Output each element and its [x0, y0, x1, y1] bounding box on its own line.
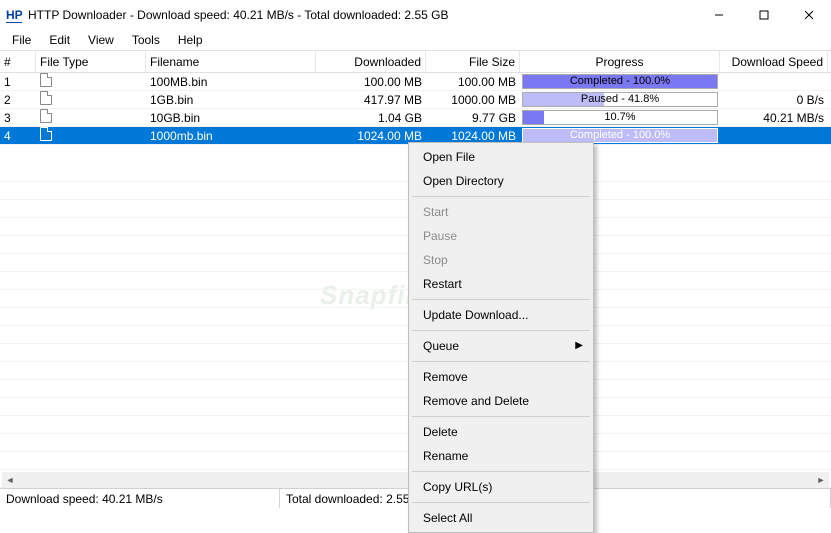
cell-progress: Completed - 100.0% [520, 128, 720, 143]
progress-label: Completed - 100.0% [523, 129, 717, 142]
cell-filetype [36, 109, 146, 126]
cell-num: 3 [0, 111, 36, 125]
cell-num: 4 [0, 129, 36, 143]
cell-downloaded: 1.04 GB [316, 111, 426, 125]
col-header-filesize[interactable]: File Size [426, 51, 520, 72]
context-item-queue[interactable]: Queue▶ [411, 334, 591, 358]
cell-num: 2 [0, 93, 36, 107]
chevron-right-icon: ▶ [575, 340, 583, 351]
cell-size: 9.77 GB [426, 111, 520, 125]
cell-progress: Completed - 100.0% [520, 74, 720, 89]
table-row[interactable]: 2 1GB.bin417.97 MB1000.00 MBPaused - 41.8… [0, 91, 831, 109]
cell-filetype [36, 73, 146, 90]
context-item-start: Start [411, 200, 591, 224]
col-header-downloaded[interactable]: Downloaded [316, 51, 426, 72]
context-separator [412, 471, 590, 472]
minimize-button[interactable] [696, 0, 741, 30]
context-separator [412, 361, 590, 362]
cell-filename: 10GB.bin [146, 111, 316, 125]
cell-speed: 0 B/s [720, 93, 828, 107]
menu-tools[interactable]: Tools [124, 31, 168, 49]
cell-size: 1024.00 MB [426, 129, 520, 143]
status-speed: Download speed: 40.21 MB/s [0, 489, 280, 508]
file-icon [40, 73, 52, 87]
context-item-stop: Stop [411, 248, 591, 272]
table-row[interactable]: 1100MB.bin100.00 MB100.00 MBCompleted - … [0, 73, 831, 91]
progress-bar: 10.7% [522, 110, 718, 125]
col-header-speed[interactable]: Download Speed [720, 51, 828, 72]
cell-filename: 100MB.bin [146, 75, 316, 89]
context-item-rename[interactable]: Rename [411, 444, 591, 468]
cell-filetype [36, 127, 146, 144]
maximize-button[interactable] [741, 0, 786, 30]
context-item-open-file[interactable]: Open File [411, 145, 591, 169]
progress-label: 10.7% [523, 111, 717, 124]
scroll-right-button[interactable]: ► [813, 472, 829, 488]
cell-downloaded: 1024.00 MB [316, 129, 426, 143]
scroll-left-button[interactable]: ◄ [2, 472, 18, 488]
col-header-progress[interactable]: Progress [520, 51, 720, 72]
download-table: # File Type Filename Downloaded File Siz… [0, 50, 831, 145]
col-header-filetype[interactable]: File Type [36, 51, 146, 72]
context-menu: Open FileOpen Directory StartPauseStopRes… [408, 142, 594, 533]
context-separator [412, 196, 590, 197]
context-item-update-download[interactable]: Update Download... [411, 303, 591, 327]
progress-label: Completed - 100.0% [523, 75, 717, 88]
file-icon [40, 127, 52, 141]
menu-file[interactable]: File [4, 31, 39, 49]
context-item-delete[interactable]: Delete [411, 420, 591, 444]
context-separator [412, 299, 590, 300]
menu-edit[interactable]: Edit [41, 31, 78, 49]
cell-size: 1000.00 MB [426, 93, 520, 107]
cell-progress: 10.7% [520, 110, 720, 125]
context-item-pause: Pause [411, 224, 591, 248]
file-icon [40, 109, 52, 123]
cell-filename: 1GB.bin [146, 93, 316, 107]
context-item-remove[interactable]: Remove [411, 365, 591, 389]
context-item-restart[interactable]: Restart [411, 272, 591, 296]
menu-help[interactable]: Help [170, 31, 211, 49]
table-row[interactable]: 3 10GB.bin1.04 GB9.77 GB10.7%40.21 MB/s [0, 109, 831, 127]
cell-filetype [36, 91, 146, 108]
cell-progress: Paused - 41.8% [520, 92, 720, 107]
table-header: # File Type Filename Downloaded File Siz… [0, 51, 831, 73]
col-header-filename[interactable]: Filename [146, 51, 316, 72]
cell-downloaded: 100.00 MB [316, 75, 426, 89]
progress-label: Paused - 41.8% [523, 93, 717, 106]
menu-view[interactable]: View [80, 31, 122, 49]
cell-downloaded: 417.97 MB [316, 93, 426, 107]
col-header-num[interactable]: # [0, 51, 36, 72]
context-item-select-all[interactable]: Select All [411, 506, 591, 530]
context-item-open-directory[interactable]: Open Directory [411, 169, 591, 193]
file-icon [40, 91, 52, 105]
cell-filename: 1000mb.bin [146, 129, 316, 143]
window-title: HTTP Downloader - Download speed: 40.21 … [28, 8, 448, 22]
title-bar: HP HTTP Downloader - Download speed: 40.… [0, 0, 831, 30]
context-item-copy-url-s[interactable]: Copy URL(s) [411, 475, 591, 499]
context-separator [412, 502, 590, 503]
progress-bar: Completed - 100.0% [522, 74, 718, 89]
app-icon: HP [6, 7, 22, 23]
progress-bar: Completed - 100.0% [522, 128, 718, 143]
window-controls [696, 0, 831, 30]
cell-size: 100.00 MB [426, 75, 520, 89]
cell-speed: 40.21 MB/s [720, 111, 828, 125]
close-button[interactable] [786, 0, 831, 30]
progress-bar: Paused - 41.8% [522, 92, 718, 107]
context-separator [412, 416, 590, 417]
context-item-remove-and-delete[interactable]: Remove and Delete [411, 389, 591, 413]
context-separator [412, 330, 590, 331]
menu-bar: File Edit View Tools Help [0, 30, 831, 50]
cell-num: 1 [0, 75, 36, 89]
